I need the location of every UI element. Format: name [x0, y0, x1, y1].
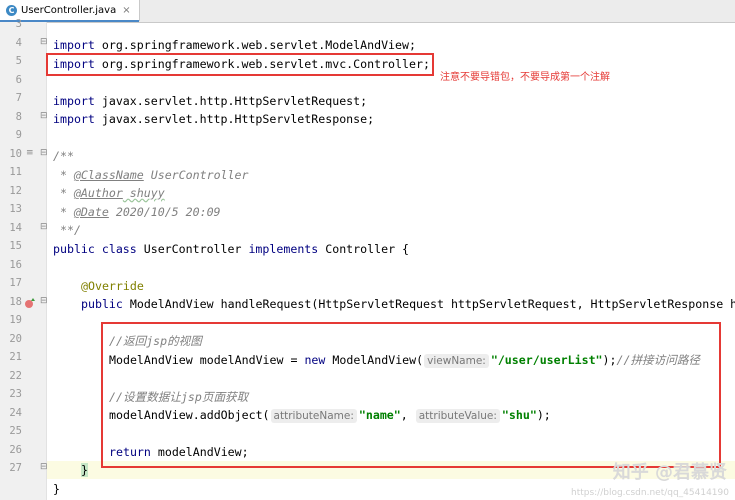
line-number: 8 — [15, 111, 22, 123]
highlight-box-import — [46, 53, 434, 76]
fold-marker-icon[interactable]: ⊟ — [40, 222, 48, 232]
line-number: 21 — [9, 351, 22, 363]
line-number: 25 — [9, 425, 22, 437]
code-line-11: * @Author shuyy — [53, 186, 165, 200]
fold-marker-icon[interactable]: ⊟ — [40, 296, 48, 306]
matched-brace: } — [81, 463, 88, 477]
line-number: 3 — [15, 18, 22, 30]
code-line-16: @Override — [81, 279, 144, 293]
line-number: 7 — [15, 92, 22, 104]
java-class-icon: C — [6, 5, 17, 16]
code-line-9: /** — [53, 149, 74, 163]
code-line-12: * @Date 2020/10/5 20:09 — [53, 205, 221, 219]
override-method-icon[interactable] — [24, 297, 36, 309]
line-number: 20 — [9, 333, 22, 345]
documentation-icon: ≡ — [26, 148, 34, 158]
annotation-note: 注意不要导错包，不要导成第一个注解 — [440, 72, 610, 83]
fold-marker-icon[interactable]: ⊟ — [40, 148, 48, 158]
line-number: 22 — [9, 370, 22, 382]
close-icon[interactable]: × — [122, 5, 130, 16]
line-number: 15 — [9, 240, 22, 252]
code-line-14: public class UserController implements C… — [53, 242, 410, 256]
line-number: 10 — [9, 148, 22, 160]
code-line-3: import org.springframework.web.servlet.M… — [53, 38, 416, 52]
line-number: 4 — [15, 37, 22, 49]
line-number: 24 — [9, 407, 22, 419]
fold-marker-icon[interactable]: ⊟ — [40, 37, 48, 47]
code-line-13: **/ — [53, 223, 81, 237]
line-number: 12 — [9, 185, 22, 197]
line-number: 26 — [9, 444, 22, 456]
editor-tab-bar: C UserController.java × — [0, 0, 735, 23]
line-number: 9 — [15, 129, 22, 141]
code-line-17: public ModelAndView handleRequest(HttpSe… — [81, 297, 735, 311]
line-number: 16 — [9, 259, 22, 271]
code-line-26: } — [81, 461, 88, 479]
line-number: 18 — [9, 296, 22, 308]
fold-marker-icon[interactable]: ⊟ — [40, 462, 48, 472]
line-number: 5 — [15, 55, 22, 67]
code-line-6: import javax.servlet.http.HttpServletReq… — [53, 94, 368, 108]
code-line-27: } — [53, 482, 60, 496]
line-number: 14 — [9, 222, 22, 234]
line-number: 13 — [9, 203, 22, 215]
line-number: 17 — [9, 277, 22, 289]
gutter-divider — [46, 22, 47, 500]
line-number: 6 — [15, 74, 22, 86]
line-number: 11 — [9, 166, 22, 178]
fold-marker-icon[interactable]: ⊟ — [40, 111, 48, 121]
line-number: 23 — [9, 388, 22, 400]
code-line-10: * @ClassName UserController — [53, 168, 249, 182]
tab-label: UserController.java — [21, 5, 117, 16]
watermark-url: https://blog.csdn.net/qq_45414190 — [570, 488, 729, 498]
line-number: 19 — [9, 314, 22, 326]
line-number: 27 — [9, 462, 22, 474]
code-line-7: import javax.servlet.http.HttpServletRes… — [53, 112, 375, 126]
watermark-logo: 知乎 @君慕贤 — [612, 462, 727, 483]
highlight-box-method-body — [101, 322, 721, 468]
